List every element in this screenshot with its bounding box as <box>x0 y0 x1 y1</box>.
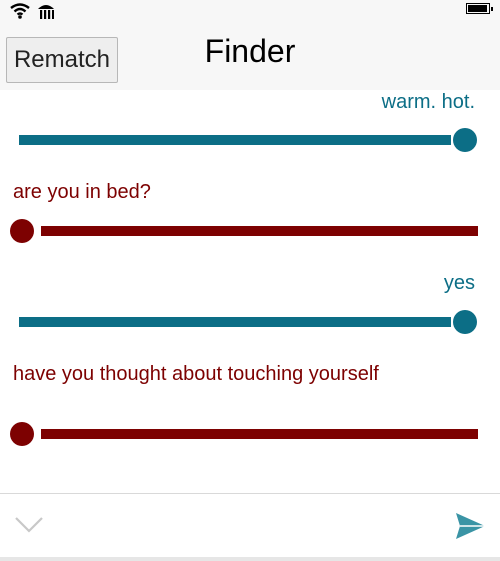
rematch-button[interactable]: Rematch <box>6 37 118 83</box>
slider-track <box>19 135 451 145</box>
slider-knob[interactable] <box>10 422 34 446</box>
chat-thread: warm. hot. are you in bed? yes have you … <box>0 90 500 493</box>
slider-track <box>41 226 478 236</box>
message-slider[interactable] <box>10 419 478 449</box>
status-bar <box>0 0 500 24</box>
composer-bar <box>0 493 500 557</box>
battery-icon <box>466 3 493 14</box>
message-text: yes <box>443 272 475 294</box>
slider-knob[interactable] <box>453 128 477 152</box>
signal-icon <box>36 2 56 25</box>
slider-track <box>41 429 478 439</box>
status-right <box>466 3 493 14</box>
message-text: warm. hot. <box>381 91 475 113</box>
slider-knob[interactable] <box>453 310 477 334</box>
send-icon[interactable] <box>454 510 486 542</box>
message-slider[interactable] <box>19 125 479 155</box>
message-slider[interactable] <box>10 216 478 246</box>
wifi-icon <box>10 3 30 24</box>
message-slider[interactable] <box>19 307 479 337</box>
bottom-edge <box>0 557 500 561</box>
message-text: have you thought about touching yourself <box>13 363 379 385</box>
status-left <box>10 2 56 25</box>
slider-knob[interactable] <box>10 219 34 243</box>
message-text: are you in bed? <box>13 181 151 203</box>
chevron-down-icon[interactable] <box>14 514 44 536</box>
slider-track <box>19 317 451 327</box>
navigation-bar: Rematch Finder <box>0 24 500 90</box>
